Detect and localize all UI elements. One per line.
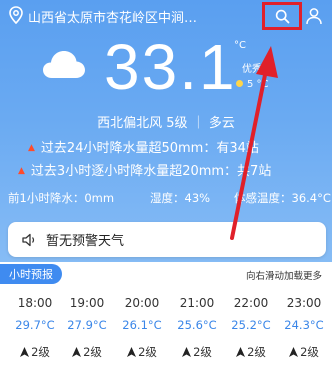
hour-time: 19:00 (69, 296, 105, 310)
current-temperature: 33.1 (104, 31, 237, 103)
hour-wind: 2级 (115, 344, 169, 360)
hour-temp: 24.3°C (284, 318, 324, 332)
top-bar: 山西省太原市杏花岭区中涧… (0, 0, 332, 30)
feels-like-stat: 体感温度：36.4°C (234, 191, 331, 205)
wind-weather-line: 西北偏北风 5级 ｜ 多云 (97, 116, 235, 131)
hour-time: 21:00 (179, 296, 215, 310)
temperature-unit: °C (234, 40, 246, 51)
hour-column: 19:00 27.9°C 2级 (60, 296, 114, 360)
hour-column: 20:00 26.1°C 2级 (115, 296, 169, 360)
alert-row[interactable]: ▲ 过去24小时降水量超50mm：有34站 (28, 137, 259, 156)
alert-text: 过去24小时降水量超50mm：有34站 (40, 141, 259, 156)
warning-text: 暂无预警天气 (46, 234, 125, 249)
hour-wind-level: 2级 (138, 345, 157, 359)
hour-wind: 2级 (60, 344, 114, 360)
hour-column: 21:00 25.6°C 2级 (170, 296, 224, 360)
hour-column: 22:00 25.2°C 2级 (224, 296, 278, 360)
cloud-icon (43, 51, 85, 78)
warning-triangle-icon: ▲ (28, 143, 35, 153)
weather-hero: 山西省太原市杏花岭区中涧… 33.1 °C 优秀 5 °C 西北偏北风 5级 ｜… (0, 0, 332, 262)
hourly-header: 小时预报 向右滑动加载更多 (0, 262, 332, 286)
hour-column: 18:00 29.7°C 2级 (8, 296, 62, 360)
tab-hourly-forecast[interactable]: 小时预报 (0, 264, 62, 284)
wind-direction-icon (127, 347, 137, 357)
hour-temp: 27.9°C (67, 318, 107, 332)
hour-wind-level: 2级 (300, 345, 319, 359)
alert-row[interactable]: ▲ 过去3小时逐小时降水量超20mm：共7站 (18, 160, 271, 179)
wind-direction-icon (20, 347, 30, 357)
wind-direction-icon (289, 347, 299, 357)
search-button[interactable] (262, 2, 302, 30)
hour-wind: 2级 (224, 344, 278, 360)
wind-direction-icon (72, 347, 82, 357)
warning-triangle-icon: ▲ (18, 166, 25, 176)
alert-text: 过去3小时逐小时降水量超20mm：共7站 (30, 164, 272, 179)
hour-wind: 2级 (170, 344, 224, 360)
precip-stat: 前1小时降水：0mm (8, 191, 115, 205)
hour-time: 20:00 (124, 296, 160, 310)
hour-wind: 2级 (8, 344, 62, 360)
hour-wind-level: 2级 (83, 345, 102, 359)
aqi-label[interactable]: 优秀 (242, 60, 262, 75)
hour-wind-level: 2级 (193, 345, 212, 359)
user-icon[interactable] (305, 7, 323, 25)
hour-wind-level: 2级 (31, 345, 50, 359)
wind-direction-icon (182, 347, 192, 357)
hour-temp: 25.2°C (231, 318, 271, 332)
sun-indicator-icon (236, 80, 243, 87)
hour-temp: 29.7°C (15, 318, 55, 332)
hour-time: 22:00 (233, 296, 269, 310)
warning-card[interactable]: 暂无预警天气 (8, 222, 326, 257)
aqi-sub-value: 5 °C (247, 79, 269, 90)
hour-time: 23:00 (286, 296, 322, 310)
hour-column: 23:00 24.3°C 2级 (277, 296, 331, 360)
humidity-stat: 湿度：43% (150, 191, 211, 205)
hour-temp: 25.6°C (177, 318, 217, 332)
hour-wind: 2级 (277, 344, 331, 360)
location-pin-icon (9, 6, 23, 24)
hour-time: 18:00 (17, 296, 53, 310)
location-label[interactable]: 山西省太原市杏花岭区中涧… (28, 7, 234, 26)
hour-wind-level: 2级 (247, 345, 266, 359)
hour-temp: 26.1°C (122, 318, 162, 332)
search-icon (275, 9, 289, 23)
speaker-icon (22, 233, 35, 246)
scroll-hint: 向右滑动加载更多 (245, 271, 322, 282)
wind-direction-icon (236, 347, 246, 357)
